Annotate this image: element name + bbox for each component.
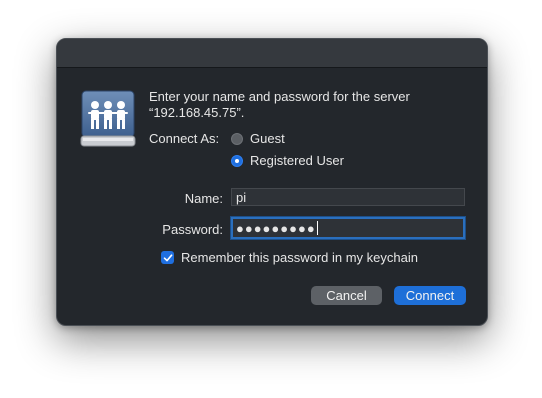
- server-users-icon: [79, 89, 137, 149]
- radio-registered-user[interactable]: Registered User: [231, 153, 344, 168]
- password-field[interactable]: ●●●●●●●●●: [231, 217, 465, 239]
- radio-guest-label: Guest: [250, 131, 285, 146]
- connect-as-label: Connect As:: [149, 131, 220, 146]
- radio-registered-user-indicator: [231, 154, 243, 167]
- radio-guest-indicator: [231, 132, 243, 145]
- login-dialog: Enter your name and password for the ser…: [56, 38, 488, 326]
- server-prompt: Enter your name and password for the ser…: [149, 89, 469, 121]
- name-field[interactable]: pi: [231, 188, 465, 206]
- password-label: Password:: [162, 222, 223, 237]
- remember-password-label: Remember this password in my keychain: [181, 250, 418, 265]
- connect-button[interactable]: Connect: [394, 286, 466, 305]
- prompt-line-2: “192.168.45.75”.: [149, 105, 245, 120]
- remember-password-checkbox[interactable]: [161, 251, 174, 264]
- cancel-button[interactable]: Cancel: [311, 286, 382, 305]
- password-field-value: ●●●●●●●●●: [236, 221, 316, 236]
- remember-password-row[interactable]: Remember this password in my keychain: [161, 250, 418, 265]
- name-label: Name:: [184, 191, 223, 206]
- dialog-titlebar: [57, 39, 487, 68]
- prompt-line-1: Enter your name and password for the ser…: [149, 89, 410, 104]
- text-caret: [316, 221, 318, 235]
- name-field-value: pi: [236, 190, 247, 205]
- radio-registered-user-label: Registered User: [250, 153, 344, 168]
- radio-guest[interactable]: Guest: [231, 131, 285, 146]
- checkmark-icon: [163, 253, 172, 261]
